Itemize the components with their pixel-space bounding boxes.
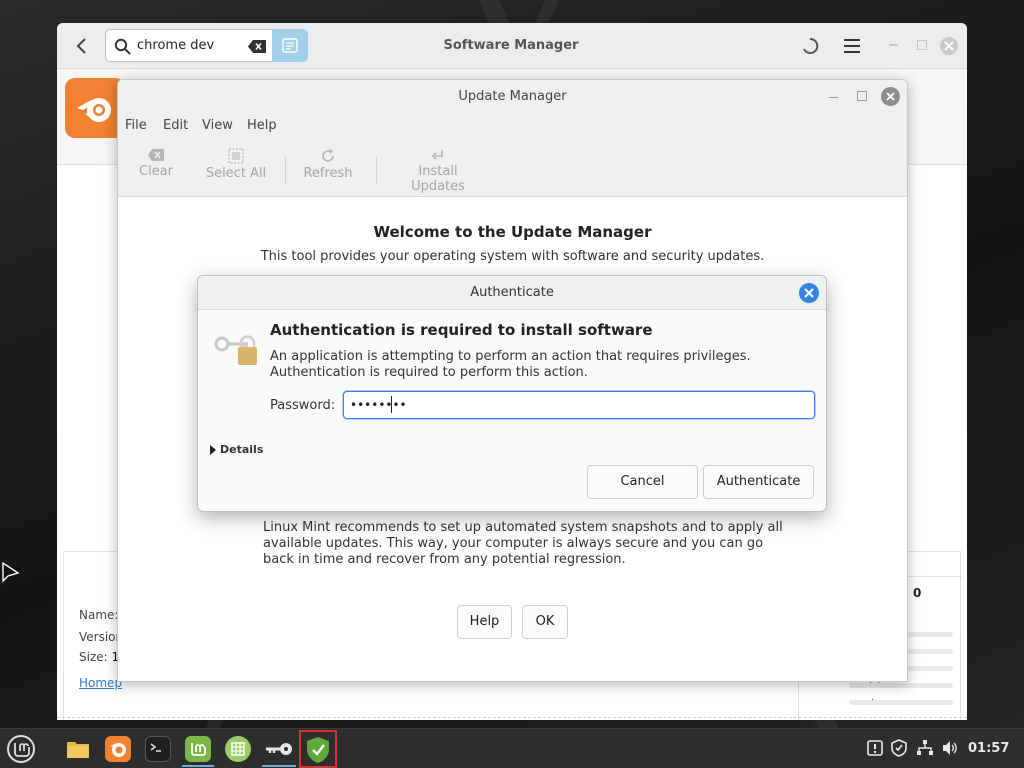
close-button[interactable]: [799, 283, 819, 303]
taskbar-update-manager[interactable]: [299, 730, 337, 768]
welcome-title: Welcome to the Update Manager: [373, 223, 652, 241]
refresh-button[interactable]: Refresh: [302, 148, 354, 190]
search-input-text[interactable]: chrome dev: [137, 38, 214, 53]
minimize-button[interactable]: [829, 97, 838, 98]
close-button[interactable]: [881, 87, 900, 106]
clear-label: Clear: [139, 164, 173, 179]
name-label: Name:: [79, 608, 119, 622]
toolbar-separator: [285, 156, 286, 184]
key-icon: [266, 743, 292, 755]
install-updates-button[interactable]: Install Updates: [390, 148, 486, 194]
software-manager-header: chrome dev Software Manager: [57, 23, 967, 69]
install-arrow-icon: [431, 150, 443, 160]
divider: [57, 717, 967, 718]
recommendation-text: Linux Mint recommends to set up automate…: [263, 520, 783, 567]
clear-button[interactable]: Clear: [136, 148, 176, 190]
update-manager-title: Update Manager: [458, 89, 567, 104]
authenticate-message: An application is attempting to perform …: [270, 349, 751, 380]
homepage-link[interactable]: Homep: [79, 676, 122, 690]
rating-bar-1: [849, 700, 953, 705]
text-caret: [391, 396, 392, 413]
authenticate-heading: Authentication is required to install so…: [270, 321, 653, 339]
maximize-button[interactable]: [857, 91, 867, 101]
taskbar-software-sources[interactable]: [222, 733, 254, 765]
toolbar-separator: [376, 156, 377, 184]
window-title: Software Manager: [443, 38, 579, 53]
select-all-icon: [228, 148, 244, 164]
close-icon: [886, 92, 895, 101]
blender-app-icon: [65, 78, 125, 138]
network-tray-icon[interactable]: [916, 739, 934, 757]
mouse-cursor-icon: [2, 562, 20, 583]
clock[interactable]: 01:57: [968, 741, 1009, 756]
size-label: Size:: [79, 650, 108, 664]
taskbar-files[interactable]: [62, 733, 94, 765]
search-field[interactable]: chrome dev: [105, 29, 273, 62]
expander-triangle-icon: [210, 445, 216, 455]
details-label: Details: [220, 443, 264, 456]
running-indicator: [182, 765, 214, 767]
menu-bar: File Edit View Help: [118, 114, 907, 138]
search-mode-button[interactable]: [272, 29, 308, 62]
close-icon: [944, 41, 954, 51]
menu-view[interactable]: View: [202, 118, 233, 133]
minimize-button[interactable]: [889, 44, 898, 46]
menu-help[interactable]: Help: [247, 118, 277, 133]
authenticate-button[interactable]: Authenticate: [703, 465, 814, 499]
loading-spinner-icon: [803, 37, 819, 54]
password-label: Password:: [270, 398, 336, 413]
key-lock-icon: [214, 335, 257, 365]
update-manager-titlebar: Update Manager: [118, 80, 907, 114]
rating-count: 0: [913, 586, 922, 600]
clear-icon: [148, 149, 164, 161]
maximize-button[interactable]: [917, 40, 927, 50]
clear-search-icon[interactable]: [248, 40, 266, 53]
update-shield-tray-icon[interactable]: [890, 739, 908, 757]
firefox-icon: [105, 736, 131, 762]
toolbar: Clear Select All Refresh Install Updates: [118, 138, 907, 197]
taskbar-firefox[interactable]: [102, 733, 134, 765]
install-updates-label: Install Updates: [411, 164, 465, 194]
close-button[interactable]: [940, 37, 958, 55]
hamburger-menu-icon[interactable]: [843, 38, 861, 54]
menu-file[interactable]: File: [125, 118, 147, 133]
search-icon: [114, 38, 131, 55]
taskbar-keyring[interactable]: [262, 733, 296, 765]
authenticate-title: Authenticate: [470, 285, 554, 300]
help-button[interactable]: Help: [457, 605, 512, 639]
running-indicator: [262, 765, 296, 767]
taskbar-terminal[interactable]: [142, 733, 174, 765]
menu-edit[interactable]: Edit: [163, 118, 188, 133]
taskbar-software-manager[interactable]: [182, 733, 214, 765]
taskbar: 01:57: [0, 728, 1024, 768]
close-icon: [804, 288, 814, 298]
shield-icon: [307, 737, 329, 763]
authenticate-dialog: Authenticate Authentication is required …: [197, 275, 827, 512]
cancel-button[interactable]: Cancel: [587, 465, 698, 499]
details-expander[interactable]: Details: [210, 443, 263, 456]
mint-software-icon: [185, 736, 211, 762]
blender-logo-icon: [77, 98, 111, 122]
select-all-label: Select All: [205, 166, 267, 181]
refresh-icon: [322, 149, 334, 162]
linux-mint-logo-icon: [7, 735, 35, 763]
volume-tray-icon[interactable]: [941, 739, 959, 757]
authenticate-titlebar: Authenticate: [198, 276, 826, 310]
refresh-label: Refresh: [303, 166, 353, 181]
ok-button[interactable]: OK: [522, 605, 568, 639]
back-arrow-icon[interactable]: [71, 35, 93, 57]
rating-bar-2: [849, 683, 953, 688]
document-search-icon: [282, 38, 298, 53]
mint-menu-button[interactable]: [5, 733, 37, 765]
select-all-button[interactable]: Select All: [203, 148, 269, 190]
welcome-subtitle: This tool provides your operating system…: [260, 249, 765, 264]
notification-tray-icon[interactable]: [866, 739, 884, 757]
terminal-icon: [145, 736, 171, 762]
folder-icon: [65, 736, 91, 762]
software-sources-icon: [225, 736, 251, 762]
password-field[interactable]: [343, 391, 815, 419]
